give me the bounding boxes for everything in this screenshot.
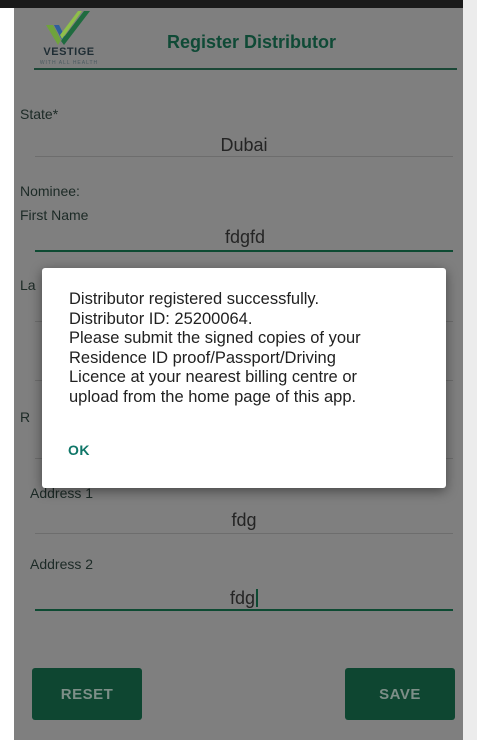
dialog-line: Distributor ID: 25200064. (69, 309, 253, 328)
dialog-message: Distributor registered successfully. Dis… (69, 290, 437, 407)
address2-underline (35, 609, 453, 611)
first-name-underline (35, 250, 453, 252)
header-divider (34, 68, 457, 70)
state-field[interactable]: Dubai (204, 135, 284, 156)
logo-check-icon (46, 11, 90, 45)
page-title: Register Distributor (167, 32, 337, 52)
address1-field[interactable]: fdg (214, 510, 274, 531)
dialog-line: Licence at your nearest billing centre o… (69, 368, 357, 386)
dialog-line: Residence ID proof/Passport/Driving (69, 348, 336, 367)
first-name-label: First Name (20, 207, 89, 223)
dialog-line: Please submit the signed copies of your (69, 329, 361, 347)
app-header: VESTIGE WITH ALL HEALTH Register Distrib… (14, 8, 463, 70)
save-button[interactable]: SAVE (345, 668, 455, 720)
reset-button[interactable]: RESET (32, 668, 142, 720)
screen-edge (463, 0, 477, 740)
vestige-logo: VESTIGE WITH ALL HEALTH (30, 11, 108, 67)
dialog-line: upload from the home page of this app. (69, 387, 357, 406)
state-underline (35, 156, 453, 157)
ok-button[interactable]: OK (68, 442, 90, 458)
text-cursor (256, 589, 259, 607)
last-name-label: La (20, 277, 36, 293)
state-label: State* (20, 106, 59, 122)
address2-value: fdg (229, 588, 256, 608)
logo-tagline: WITH ALL HEALTH (39, 60, 99, 66)
success-dialog: Distributor registered successfully. Dis… (42, 268, 446, 488)
first-name-field[interactable]: fdgfd (210, 227, 280, 248)
screen: VESTIGE WITH ALL HEALTH Register Distrib… (0, 0, 477, 740)
logo-wordmark: VESTIGE (43, 46, 95, 58)
address1-underline (35, 533, 453, 534)
status-bar (0, 0, 477, 8)
nominee-heading: Nominee: (20, 183, 80, 199)
address2-label: Address 2 (30, 556, 94, 572)
address2-field[interactable]: fdg (214, 588, 274, 609)
relation-label: R (20, 409, 31, 425)
dialog-line: Distributor registered successfully. (69, 290, 320, 308)
